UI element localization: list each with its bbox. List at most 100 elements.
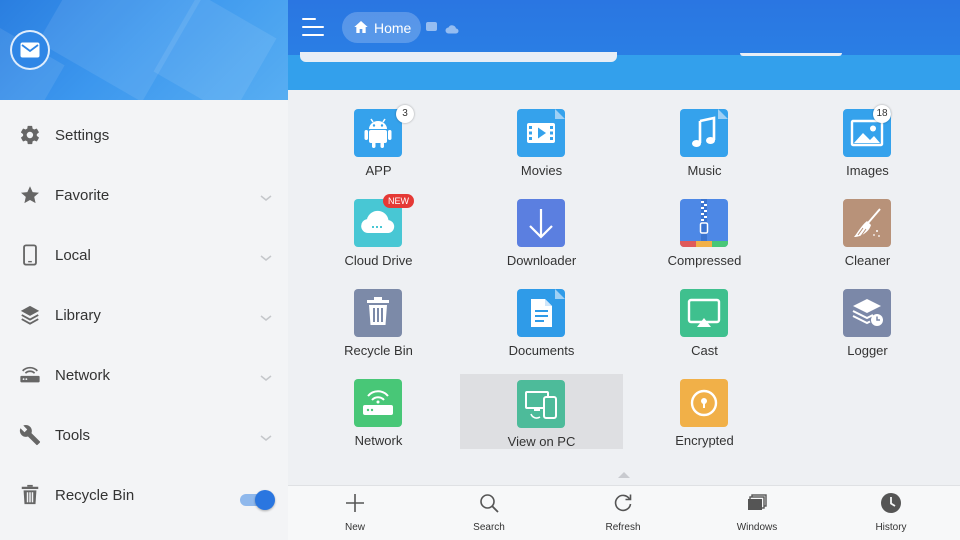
mail-icon[interactable] <box>10 30 50 70</box>
collapse-up-icon[interactable] <box>617 466 631 478</box>
sidebar-item-library[interactable]: Library <box>0 285 288 345</box>
tile-label: View on PC <box>507 434 576 449</box>
refresh-button[interactable]: Refresh <box>556 486 690 540</box>
tile-images[interactable]: 18 Images <box>786 90 949 178</box>
tile-label: Documents <box>508 343 575 358</box>
refresh-icon <box>612 492 634 514</box>
tile-compressed[interactable]: Compressed <box>623 180 786 268</box>
tile-logger[interactable]: Logger <box>786 270 949 358</box>
account-header <box>0 0 288 100</box>
movie-icon <box>517 109 565 157</box>
chevron-down-icon[interactable] <box>259 430 273 441</box>
wrench-icon <box>19 424 41 446</box>
new-button[interactable]: New <box>288 486 422 540</box>
pc-phone-icon <box>517 380 565 428</box>
category-grid: 3 APP Movies Music 18 Images NEW Cloud D… <box>288 90 960 485</box>
windows-button[interactable]: Windows <box>690 486 824 540</box>
tile-cast[interactable]: Cast <box>623 270 786 358</box>
breadcrumb-home-label: Home <box>374 20 412 36</box>
history-label: History <box>875 522 907 533</box>
tile-label: Downloader <box>506 253 577 268</box>
sidebar-item-local[interactable]: Local <box>0 225 288 285</box>
layers-icon <box>19 304 41 326</box>
tile-encrypted[interactable]: Encrypted <box>623 360 786 448</box>
logger-icon <box>843 289 891 337</box>
chevron-down-icon[interactable] <box>259 250 273 261</box>
sidebar-item-label: Library <box>55 306 101 324</box>
new-badge: NEW <box>383 194 414 208</box>
router-icon <box>354 379 402 427</box>
tile-downloader[interactable]: Downloader <box>460 180 623 268</box>
tile-documents[interactable]: Documents <box>460 270 623 358</box>
star-icon <box>19 184 41 206</box>
tile-label: Movies <box>520 163 563 178</box>
download-icon <box>517 199 565 247</box>
sidebar-item-label: Settings <box>55 126 110 144</box>
tile-app[interactable]: 3 APP <box>297 90 460 178</box>
lock-icon <box>680 379 728 427</box>
tile-cloud-drive[interactable]: NEW Cloud Drive <box>297 180 460 268</box>
sidebar-item-tools[interactable]: Tools <box>0 405 288 465</box>
chevron-down-icon[interactable] <box>259 190 273 201</box>
search-label: Search <box>473 522 505 533</box>
document-icon <box>517 289 565 337</box>
phone-icon <box>19 244 41 266</box>
tile-cleaner[interactable]: Cleaner <box>786 180 949 268</box>
tile-label: Encrypted <box>675 433 734 448</box>
new-label: New <box>344 522 365 533</box>
sidebar-item-settings[interactable]: Settings <box>0 105 288 165</box>
chevron-down-icon[interactable] <box>259 370 273 381</box>
sidebar: Settings Favorite Local Library Network <box>0 0 288 540</box>
sidebar-item-network[interactable]: Network <box>0 345 288 405</box>
tile-view-on-pc[interactable]: View on PC <box>460 374 623 449</box>
cloud-icon[interactable] <box>445 21 459 34</box>
trash-icon <box>19 484 41 506</box>
sidebar-item-label: Tools <box>55 426 91 444</box>
breadcrumb-home[interactable]: Home <box>342 12 421 43</box>
tile-label: Recycle Bin <box>344 343 413 358</box>
windows-label: Windows <box>736 522 778 533</box>
sidebar-item-label: Favorite <box>55 186 110 204</box>
folder-icon[interactable] <box>426 22 437 31</box>
chevron-down-icon[interactable] <box>259 310 273 321</box>
home-icon <box>353 19 369 40</box>
storage-card-secondary <box>740 53 842 56</box>
count-badge: 3 <box>396 105 414 123</box>
trash-icon <box>354 289 402 337</box>
tile-label: Cleaner <box>844 253 891 268</box>
count-badge: 18 <box>873 105 891 123</box>
tile-label: Cloud Drive <box>344 253 413 268</box>
menu-icon[interactable] <box>302 16 328 38</box>
search-icon <box>478 492 500 514</box>
tile-label: Logger <box>847 343 888 358</box>
tile-movies[interactable]: Movies <box>460 90 623 178</box>
tile-label: Music <box>687 163 722 178</box>
tile-music[interactable]: Music <box>623 90 786 178</box>
sidebar-item-label: Local <box>55 246 91 264</box>
cast-icon <box>680 289 728 337</box>
plus-icon <box>344 492 366 514</box>
broom-icon <box>843 199 891 247</box>
android-icon <box>354 109 402 157</box>
zip-icon <box>680 199 728 247</box>
router-icon <box>19 364 41 386</box>
tile-label: Cast <box>691 343 718 358</box>
tile-label: Compressed <box>667 253 742 268</box>
top-bar: Home <box>288 0 960 90</box>
sidebar-item-label: Network <box>55 366 111 384</box>
storage-card <box>300 52 617 62</box>
sidebar-item-label: Recycle Bin <box>55 486 135 504</box>
tile-label: APP <box>365 163 392 178</box>
clock-icon <box>880 492 902 514</box>
tile-recycle-bin[interactable]: Recycle Bin <box>297 270 460 358</box>
sidebar-item-recycle-bin[interactable]: Recycle Bin <box>0 465 288 525</box>
history-button[interactable]: History <box>824 486 958 540</box>
recycle-bin-toggle[interactable] <box>240 490 276 510</box>
search-button[interactable]: Search <box>422 486 556 540</box>
gear-icon <box>19 124 41 146</box>
tile-network[interactable]: Network <box>297 360 460 448</box>
windows-icon <box>746 492 768 514</box>
music-note-icon <box>680 109 728 157</box>
sidebar-item-favorite[interactable]: Favorite <box>0 165 288 225</box>
refresh-label: Refresh <box>605 522 641 533</box>
